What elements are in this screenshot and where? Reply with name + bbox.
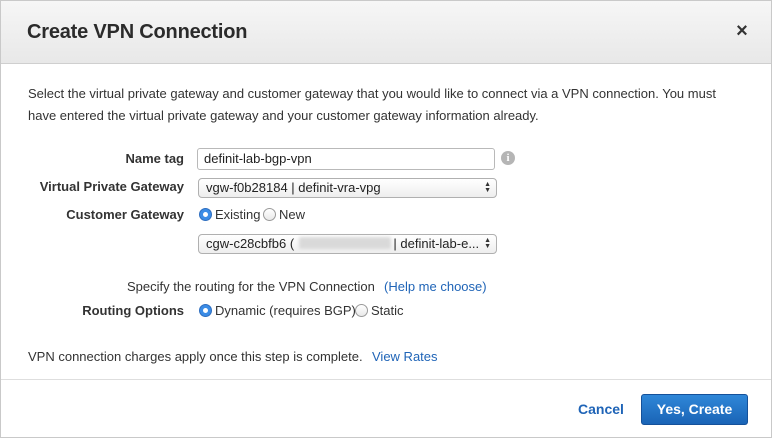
virtual-private-gateway-select[interactable]: vgw-f0b28184 | definit-vra-vpg ▲ ▼ <box>198 178 497 198</box>
virtual-private-gateway-label: Virtual Private Gateway <box>39 179 184 194</box>
customer-gateway-new-label[interactable]: New <box>279 207 305 222</box>
customer-gateway-value-prefix: cgw-c28cbfb6 ( <box>206 236 295 251</box>
customer-gateway-new-radio[interactable] <box>263 208 276 221</box>
routing-dynamic-radio[interactable] <box>199 304 212 317</box>
view-rates-link[interactable]: View Rates <box>372 349 438 364</box>
customer-gateway-label: Customer Gateway <box>66 207 184 222</box>
intro-text: Select the virtual private gateway and c… <box>28 86 716 123</box>
select-arrows-icon: ▲ ▼ <box>484 181 491 194</box>
customer-gateway-value-suffix: | definit-lab-e... <box>393 236 480 251</box>
name-tag-label: Name tag <box>125 151 184 166</box>
customer-gateway-existing-label[interactable]: Existing <box>215 207 261 222</box>
routing-static-label[interactable]: Static <box>371 303 404 318</box>
dialog-header: Create VPN Connection × <box>1 1 771 64</box>
routing-static-radio[interactable] <box>355 304 368 317</box>
name-tag-input[interactable]: definit-lab-bgp-vpn <box>197 148 495 170</box>
help-me-choose-link[interactable]: (Help me choose) <box>384 279 487 294</box>
footer-divider <box>1 379 771 380</box>
routing-hint: Specify the routing for the VPN Connecti… <box>127 279 375 294</box>
charges-text: VPN connection charges apply once this s… <box>28 349 363 364</box>
close-icon[interactable]: × <box>732 19 752 43</box>
virtual-private-gateway-value: vgw-f0b28184 | definit-vra-vpg <box>206 180 381 195</box>
create-vpn-dialog: Create VPN Connection × Select the virtu… <box>0 0 772 438</box>
info-icon[interactable]: i <box>501 151 515 165</box>
routing-options-label: Routing Options <box>82 303 184 318</box>
redaction-blur <box>299 237 391 249</box>
dialog-title: Create VPN Connection <box>27 21 248 43</box>
select-arrows-icon: ▲ ▼ <box>484 237 491 250</box>
routing-dynamic-label[interactable]: Dynamic (requires BGP) <box>215 303 356 318</box>
yes-create-button[interactable]: Yes, Create <box>641 394 748 425</box>
cancel-button[interactable]: Cancel <box>578 401 624 417</box>
customer-gateway-existing-radio[interactable] <box>199 208 212 221</box>
